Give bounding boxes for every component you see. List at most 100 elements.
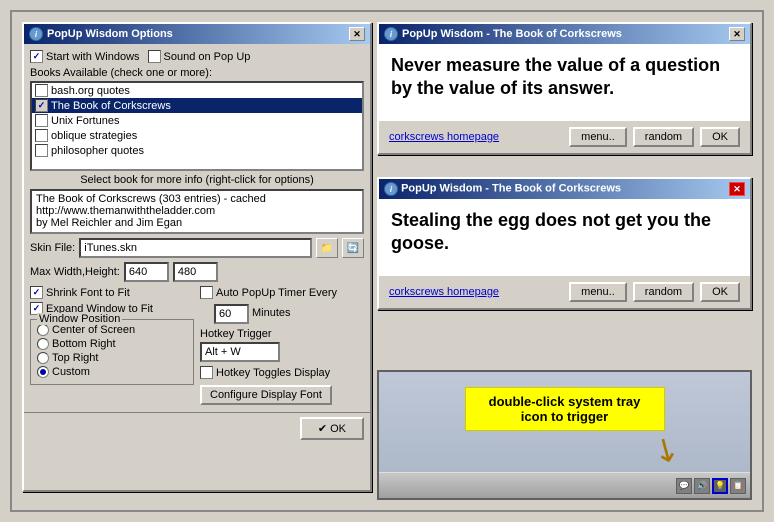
sound-on-popup-label[interactable]: Sound on Pop Up bbox=[148, 50, 251, 63]
top-right-label: Top Right bbox=[52, 352, 98, 364]
books-listbox[interactable]: bash.org quotes The Book of Corkscrews U… bbox=[30, 81, 364, 171]
bash-label: bash.org quotes bbox=[51, 85, 130, 97]
hotkey-toggles-text: Hotkey Toggles Display bbox=[216, 367, 330, 379]
popup-dialog-2: i PopUp Wisdom - The Book of Corkscrews … bbox=[377, 177, 752, 310]
popup2-titlebar: i PopUp Wisdom - The Book of Corkscrews … bbox=[379, 179, 750, 199]
oblique-checkbox[interactable] bbox=[35, 129, 48, 142]
popup2-title-left: i PopUp Wisdom - The Book of Corkscrews bbox=[384, 182, 621, 196]
minutes-label: Minutes bbox=[252, 307, 291, 319]
bottom-right-label: Bottom Right bbox=[52, 338, 116, 350]
book-info-box: The Book of Corkscrews (303 entries) - c… bbox=[30, 189, 364, 234]
popup1-ok-button[interactable]: OK bbox=[700, 127, 740, 147]
popup2-text: Stealing the egg does not get you the go… bbox=[391, 209, 738, 256]
popup1-title-left: i PopUp Wisdom - The Book of Corkscrews bbox=[384, 27, 622, 41]
bottom-right-radio[interactable] bbox=[37, 338, 49, 350]
timer-input[interactable] bbox=[214, 304, 249, 324]
hotkey-toggles-label[interactable]: Hotkey Toggles Display bbox=[200, 366, 364, 379]
dimensions-row: Max Width,Height: bbox=[30, 262, 364, 282]
list-item[interactable]: Unix Fortunes bbox=[32, 113, 362, 128]
popup1-link[interactable]: corkscrews homepage bbox=[389, 131, 563, 143]
popup2-close-button[interactable]: ✕ bbox=[729, 182, 745, 196]
skin-file-row: Skin File: 📁 🔄 bbox=[30, 238, 364, 258]
popup1-footer: corkscrews homepage menu.. random OK bbox=[379, 121, 750, 153]
philosopher-checkbox[interactable] bbox=[35, 144, 48, 157]
start-with-windows-label[interactable]: Start with Windows bbox=[30, 50, 140, 63]
start-with-windows-checkbox[interactable] bbox=[30, 50, 43, 63]
shrink-font-text: Shrink Font to Fit bbox=[46, 287, 130, 299]
books-label: Books Available (check one or more): bbox=[30, 67, 364, 79]
options-close-button[interactable]: ✕ bbox=[349, 27, 365, 41]
bottom-right-option[interactable]: Bottom Right bbox=[37, 338, 187, 350]
popup2-body: Stealing the egg does not get you the go… bbox=[379, 199, 750, 276]
hotkey-input[interactable] bbox=[200, 342, 280, 362]
bash-checkbox[interactable] bbox=[35, 84, 48, 97]
title-left: i PopUp Wisdom Options bbox=[29, 27, 173, 41]
sound-on-popup-text: Sound on Pop Up bbox=[164, 51, 251, 63]
skin-input[interactable] bbox=[79, 238, 312, 258]
center-screen-radio[interactable] bbox=[37, 324, 49, 336]
shrink-font-label[interactable]: Shrink Font to Fit bbox=[30, 286, 194, 299]
options-title: PopUp Wisdom Options bbox=[47, 28, 173, 40]
tray-demo-inner: double-click system tray icon to trigger… bbox=[379, 372, 750, 498]
tray-instruction-bubble: double-click system tray icon to trigger bbox=[465, 387, 665, 431]
popup1-titlebar: i PopUp Wisdom - The Book of Corkscrews … bbox=[379, 24, 750, 44]
window-position-group: Window Position Center of Screen Bottom … bbox=[30, 319, 194, 385]
popup1-menu-button[interactable]: menu.. bbox=[569, 127, 627, 147]
options-footer: ✔ OK bbox=[24, 412, 370, 444]
list-item[interactable]: bash.org quotes bbox=[32, 83, 362, 98]
auto-popup-text: Auto PopUp Timer Every bbox=[216, 287, 337, 299]
max-label: Max Width,Height: bbox=[30, 266, 120, 278]
corkscrews-checkbox[interactable] bbox=[35, 99, 48, 112]
popup1-body: Never measure the value of a question by… bbox=[379, 44, 750, 121]
corkscrews-label: The Book of Corkscrews bbox=[51, 100, 171, 112]
popup1-icon: i bbox=[384, 27, 398, 41]
popup2-title: PopUp Wisdom - The Book of Corkscrews bbox=[401, 183, 621, 195]
skin-label: Skin File: bbox=[30, 242, 75, 254]
top-right-option[interactable]: Top Right bbox=[37, 352, 187, 364]
skin-refresh-button[interactable]: 🔄 bbox=[342, 238, 364, 258]
list-item[interactable]: philosopher quotes bbox=[32, 143, 362, 158]
book-info-text: The Book of Corkscrews (303 entries) - c… bbox=[36, 193, 266, 229]
right-column: Auto PopUp Timer Every Minutes Hotkey Tr… bbox=[200, 286, 364, 408]
options-dialog: i PopUp Wisdom Options ✕ Start with Wind… bbox=[22, 22, 372, 492]
center-screen-option[interactable]: Center of Screen bbox=[37, 324, 187, 336]
arrow-icon: ↘ bbox=[645, 426, 687, 472]
taskbar-strip: 💬 🔊 💡 📋 bbox=[379, 472, 750, 498]
center-screen-label: Center of Screen bbox=[52, 324, 135, 336]
hotkey-toggles-checkbox[interactable] bbox=[200, 366, 213, 379]
top-right-radio[interactable] bbox=[37, 352, 49, 364]
list-item-selected[interactable]: The Book of Corkscrews bbox=[32, 98, 362, 113]
auto-popup-label[interactable]: Auto PopUp Timer Every bbox=[200, 286, 337, 299]
skin-browse-button[interactable]: 📁 bbox=[316, 238, 338, 258]
ok-button[interactable]: ✔ OK bbox=[300, 417, 364, 440]
popup1-close-button[interactable]: ✕ bbox=[729, 27, 745, 41]
max-height-input[interactable] bbox=[173, 262, 218, 282]
shrink-font-checkbox[interactable] bbox=[30, 286, 43, 299]
main-window: i PopUp Wisdom Options ✕ Start with Wind… bbox=[10, 10, 764, 512]
unix-checkbox[interactable] bbox=[35, 114, 48, 127]
tray-demo-area: double-click system tray icon to trigger… bbox=[377, 370, 752, 500]
popup1-random-button[interactable]: random bbox=[633, 127, 694, 147]
configure-font-button[interactable]: Configure Display Font bbox=[200, 385, 332, 405]
sound-on-popup-checkbox[interactable] bbox=[148, 50, 161, 63]
options-body: Start with Windows Sound on Pop Up Books… bbox=[24, 50, 370, 408]
custom-radio[interactable] bbox=[37, 366, 49, 378]
auto-popup-checkbox[interactable] bbox=[200, 286, 213, 299]
popup2-random-button[interactable]: random bbox=[633, 282, 694, 302]
philosopher-label: philosopher quotes bbox=[51, 145, 144, 157]
hotkey-section: Hotkey Trigger bbox=[200, 328, 364, 362]
select-book-hint: Select book for more info (right-click f… bbox=[30, 174, 364, 186]
list-item[interactable]: oblique strategies bbox=[32, 128, 362, 143]
tray-icon-extra: 📋 bbox=[730, 478, 746, 494]
options-titlebar: i PopUp Wisdom Options ✕ bbox=[24, 24, 370, 44]
popup2-link[interactable]: corkscrews homepage bbox=[389, 286, 563, 298]
max-width-input[interactable] bbox=[124, 262, 169, 282]
tray-icon-sound: 🔊 bbox=[694, 478, 710, 494]
tray-icon-popup[interactable]: 💡 bbox=[712, 478, 728, 494]
popup2-ok-button[interactable]: OK bbox=[700, 282, 740, 302]
titlebar-icon: i bbox=[29, 27, 43, 41]
left-column: Shrink Font to Fit Expand Window to Fit … bbox=[30, 286, 194, 408]
popup2-menu-button[interactable]: menu.. bbox=[569, 282, 627, 302]
custom-option[interactable]: Custom bbox=[37, 366, 187, 378]
popup2-footer: corkscrews homepage menu.. random OK bbox=[379, 276, 750, 308]
